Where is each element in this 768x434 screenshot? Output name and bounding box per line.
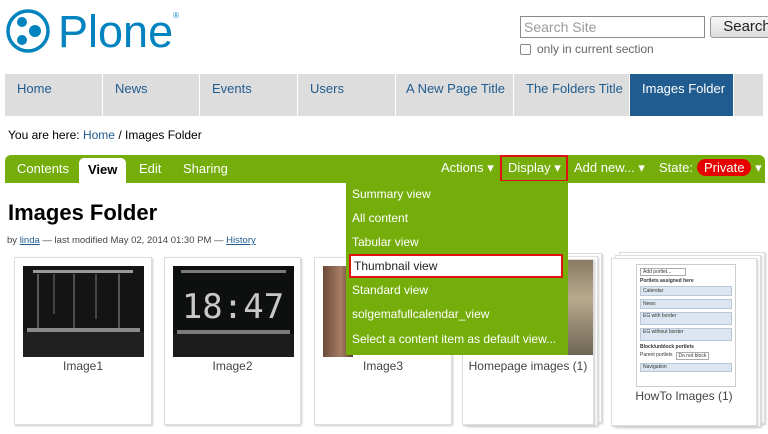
portlet-block-heading: Block/unblock portlets (640, 344, 694, 350)
state-menu[interactable]: State: Private ▾ (659, 159, 762, 176)
menu-item-solgemafullcalendar-view[interactable]: solgemafullcalendar_view (352, 307, 489, 321)
breadcrumb-separator: / (118, 128, 122, 142)
edit-bar: Contents View Edit Sharing Actions ▾ Dis… (5, 155, 765, 183)
nav-tab-folders[interactable]: The Folders Title (514, 74, 630, 116)
clock-digits: 18:47 (182, 287, 284, 327)
logo-registered-mark: ® (173, 10, 179, 20)
byline-modified: — last modified May 02, 2014 01:30 PM — (42, 235, 224, 246)
portlet-nav-row: Navigation (640, 363, 732, 372)
menu-item-standard-view[interactable]: Standard view (352, 283, 428, 297)
author-link[interactable]: linda (20, 235, 40, 246)
logo-wordmark: Plone (58, 5, 174, 57)
state-chevron-down-icon: ▾ (755, 160, 762, 175)
thumbnail-label: Image3 (362, 359, 404, 373)
portlet-row: News (640, 299, 732, 309)
portlet-preview: Add portlet... Portlets assigned here Ca… (636, 264, 736, 387)
breadcrumb-current: Images Folder (125, 128, 202, 142)
menu-item-summary-view[interactable]: Summary view (352, 187, 431, 201)
only-in-section-option[interactable]: only in current section (520, 42, 654, 56)
image1-preview (23, 266, 144, 357)
thumbnail-howto-images[interactable]: Add portlet... Portlets assigned here Ca… (611, 258, 757, 426)
state-badge: Private (696, 159, 752, 176)
plone-logo-icon (6, 9, 50, 53)
page-title: Images Folder (8, 200, 158, 225)
tab-edit[interactable]: Edit (139, 161, 161, 176)
breadcrumb-prefix: You are here: (8, 128, 80, 142)
state-label: State: (659, 160, 693, 175)
menu-item-all-content[interactable]: All content (352, 211, 408, 225)
thumbnail-label: Homepage images (1) (468, 359, 588, 373)
thumbnail-label: Image2 (212, 359, 253, 373)
portlet-row: EG without border (640, 328, 732, 341)
byline: by linda — last modified May 02, 2014 01… (7, 235, 256, 246)
history-link[interactable]: History (226, 235, 256, 246)
menu-item-thumbnail-view[interactable]: Thumbnail view (349, 254, 563, 278)
menu-item-select-default-view[interactable]: Select a content item as default view... (352, 332, 556, 346)
nav-tab-home[interactable]: Home (5, 74, 103, 116)
byline-by: by (7, 235, 18, 246)
nav-tab-events[interactable]: Events (200, 74, 298, 116)
breadcrumb-home-link[interactable]: Home (83, 128, 115, 142)
tab-contents[interactable]: Contents (17, 161, 69, 176)
only-in-section-checkbox[interactable] (520, 43, 531, 55)
nav-tab-new-page[interactable]: A New Page Title (396, 74, 514, 116)
menu-item-tabular-view[interactable]: Tabular view (352, 235, 419, 249)
portlet-parent-label: Parent portlets (640, 352, 673, 358)
site-search: Search only in current section (520, 16, 768, 56)
add-new-menu[interactable]: Add new... ▾ (574, 160, 645, 176)
display-menu[interactable]: Display ▾ (508, 160, 561, 176)
portlet-add-select: Add portlet... (640, 268, 686, 276)
nav-tab-images-folder[interactable]: Images Folder (630, 74, 734, 116)
only-in-section-label: only in current section (537, 42, 654, 56)
breadcrumb: You are here: Home / Images Folder (8, 128, 202, 142)
search-input[interactable] (520, 16, 705, 38)
tab-view[interactable]: View (79, 158, 127, 183)
portlet-heading: Portlets assigned here (640, 278, 694, 284)
portlet-row: Calendar (640, 286, 732, 296)
global-navigation: Home News Events Users A New Page Title … (5, 74, 763, 116)
homepage-images-preview (568, 260, 593, 355)
thumbnail-image2[interactable]: 18:47 Image2 (164, 257, 301, 425)
plone-logo[interactable]: Plone ® (6, 6, 179, 56)
tab-sharing[interactable]: Sharing (183, 161, 228, 176)
thumbnail-label: Image1 (62, 359, 104, 373)
nav-tab-users[interactable]: Users (298, 74, 396, 116)
search-button[interactable]: Search (710, 16, 768, 38)
thumbnail-label: HowTo Images (1) (635, 389, 733, 403)
actions-menu[interactable]: Actions ▾ (441, 160, 494, 176)
image2-preview: 18:47 (173, 266, 294, 357)
portlet-parent-select: Do not block (675, 352, 710, 360)
thumbnail-image1[interactable]: Image1 (14, 257, 152, 425)
nav-tab-news[interactable]: News (103, 74, 200, 116)
portlet-parent-row: Parent portlets Do not block (640, 352, 732, 360)
display-dropdown: Summary view All content Tabular view Th… (346, 181, 568, 355)
portlet-row: EG with border (640, 312, 732, 325)
